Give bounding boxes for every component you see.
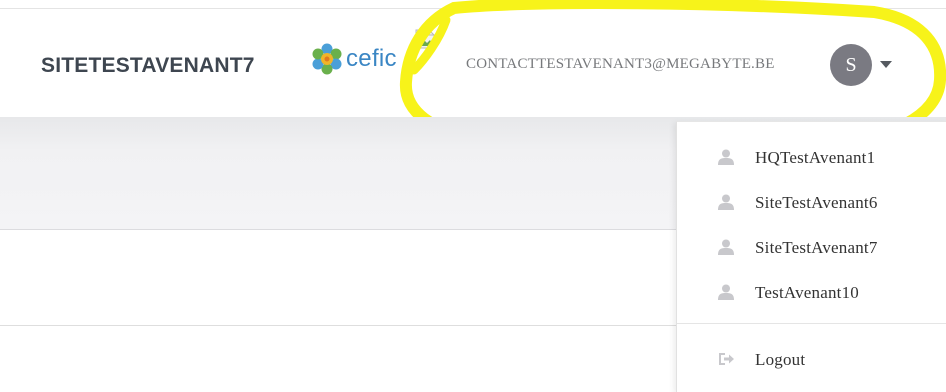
logo-text: cefic bbox=[346, 45, 397, 72]
dropdown-item-sitetestavenant6[interactable]: SiteTestAvenant6 bbox=[677, 183, 946, 223]
dropdown-item-hqtestavenant1[interactable]: HQTestAvenant1 bbox=[677, 138, 946, 178]
user-icon bbox=[718, 284, 734, 300]
cefic-logo-icon bbox=[312, 43, 342, 75]
dropdown-item-sitetestavenant7[interactable]: SiteTestAvenant7 bbox=[677, 228, 946, 268]
dropdown-item-label: SiteTestAvenant7 bbox=[755, 238, 878, 257]
user-icon bbox=[718, 149, 734, 165]
cefic-logo[interactable]: cefic bbox=[310, 42, 397, 76]
logout-button[interactable]: Logout bbox=[677, 340, 946, 380]
user-icon bbox=[718, 194, 734, 210]
dropdown-item-testavenant10[interactable]: TestAvenant10 bbox=[677, 273, 946, 313]
menu-divider bbox=[677, 323, 946, 324]
chevron-down-icon[interactable] bbox=[880, 61, 892, 68]
user-email[interactable]: CONTACTTESTAVENANT3@MEGABYTE.BE bbox=[466, 56, 775, 73]
site-name: SITETESTAVENANT7 bbox=[41, 54, 255, 77]
avatar[interactable]: S bbox=[830, 44, 872, 86]
user-icon bbox=[718, 239, 734, 255]
dropdown-item-label: SiteTestAvenant6 bbox=[755, 193, 878, 212]
dropdown-item-label: HQTestAvenant1 bbox=[755, 148, 876, 167]
logout-label: Logout bbox=[755, 350, 806, 369]
dropdown-item-label: TestAvenant10 bbox=[755, 283, 860, 302]
user-dropdown-menu: HQTestAvenant1 SiteTestAvenant6 SiteTest… bbox=[676, 121, 946, 392]
sign-out-icon bbox=[719, 353, 734, 365]
